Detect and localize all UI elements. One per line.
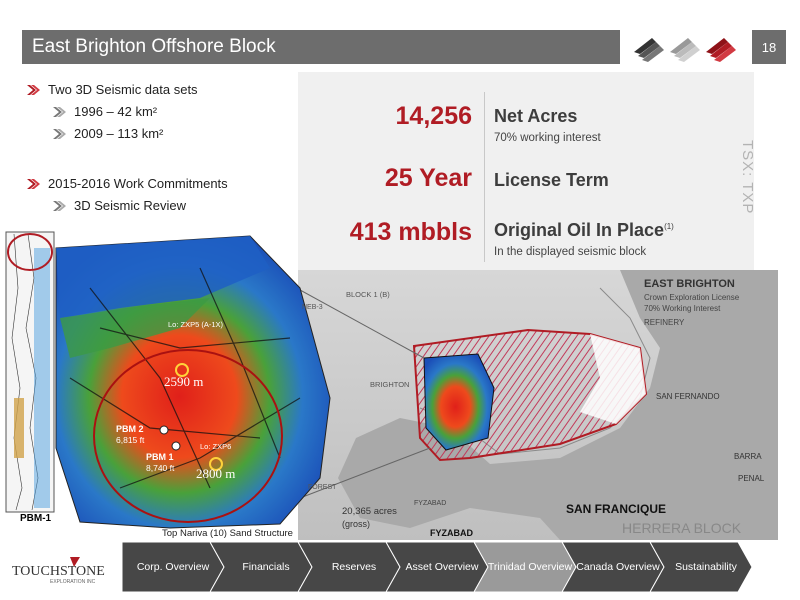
bullet-text: 1996 – 42 km² (74, 104, 158, 119)
nav-item-label: Asset Overview (405, 561, 479, 573)
nav-item-canada-overview[interactable]: Canada Overview (562, 542, 664, 592)
nav-item-label: Corp. Overview (136, 561, 210, 573)
location-label: Lo: ZXP5 (A-1X) (168, 320, 224, 329)
touchstone-logo: TOUCHSTONE EXPLORATION INC (12, 555, 124, 585)
nav-item-label: Reserves (331, 561, 377, 573)
stat-value-license-term: 25 Year (384, 164, 472, 192)
logo-name: TOUCHSTONE (12, 564, 105, 579)
well-marker (171, 441, 181, 451)
stat-sub-net-acres: 70% working interest (494, 132, 601, 144)
grid-label: BRIGHTON (370, 380, 410, 389)
bullet-text: Two 3D Seismic data sets (48, 82, 198, 97)
well-depth-label: 8,740 ft (146, 463, 175, 473)
grid-label: FOREST (308, 484, 337, 491)
bullet-item: 3D Seismic Review (52, 198, 186, 213)
bullet-chevron-icon (27, 178, 40, 189)
depth-label: 2800 m (196, 466, 236, 481)
bullet-chevron-icon (53, 200, 66, 211)
acres-label: 20,365 acres (342, 506, 397, 517)
nav-item-corp-overview[interactable]: Corp. Overview (122, 542, 224, 592)
well-log-label: PBM-1 (20, 513, 52, 524)
ticker-text: TSX: TXP (739, 140, 756, 215)
well-name-label: PBM 1 (146, 452, 174, 462)
bullet-text: 2015-2016 Work Commitments (48, 176, 228, 191)
bullet-chevron-icon (53, 106, 66, 117)
nav-item-label: Sustainability (675, 561, 737, 573)
chevron-decoration-icon (634, 38, 736, 62)
stat-label-license-term: License Term (494, 170, 609, 190)
depth-label: 2590 m (164, 374, 204, 389)
well-name-label: PBM 2 (116, 424, 144, 434)
header-bar: East Brighton Offshore Block (22, 30, 620, 64)
map-caption: Top Nariva (10) Sand Structure (162, 528, 293, 539)
grid-label: FYZABAD (414, 500, 447, 507)
bullet-item: 2009 – 113 km² (52, 126, 163, 141)
page-number: 18 (752, 30, 786, 64)
well-depth-label: 6,815 ft (116, 435, 145, 445)
nav-item-label: Financials (242, 561, 290, 573)
grid-label: BLOCK 1 (B) (346, 290, 390, 299)
grid-label: NEB-3 (302, 304, 323, 311)
bullet-text: 3D Seismic Review (74, 198, 186, 213)
herrera-label: HERRERA BLOCK (622, 520, 742, 536)
bullet-item: 1996 – 42 km² (52, 104, 157, 119)
bullet-chevron-icon (53, 128, 66, 139)
ticker-label: TSX: TXP (739, 90, 784, 214)
fyzabad-label: FYZABAD (430, 528, 473, 538)
page-title: East Brighton Offshore Block (32, 36, 276, 57)
seismic-inset (423, 353, 495, 451)
well-log-band (34, 248, 50, 508)
bullet-item: Two 3D Seismic data sets (26, 82, 198, 97)
town-label: SAN FRANCIQUE (566, 502, 667, 516)
nav-item-reserves[interactable]: Reserves (298, 542, 400, 592)
nav-item-asset-overview[interactable]: Asset Overview (386, 542, 488, 592)
well-marker (159, 425, 169, 435)
grid-label: SAN FERNANDO (656, 392, 720, 401)
bullet-chevron-icon (27, 84, 40, 95)
logo-mark-icon: TOUCHSTONE EXPLORATION INC (12, 557, 105, 585)
location-label: Lo: ZXP6 (200, 442, 232, 451)
bullet-text: 2009 – 113 km² (74, 126, 164, 141)
logo-sub: EXPLORATION INC (50, 579, 96, 585)
grid-label: PENAL (738, 474, 765, 483)
region-line: 70% Working Interest (644, 304, 721, 313)
nav-item-label: Trinidad Overview (487, 561, 573, 573)
nav-item-trinidad-overview[interactable]: Trinidad Overview (474, 542, 576, 592)
stat-label-net-acres: Net Acres (494, 106, 578, 126)
stat-value-net-acres: 14,256 (395, 102, 472, 130)
nav-item-label: Canada Overview (576, 561, 660, 573)
grid-label: BARRA (734, 452, 762, 461)
bullet-item: 2015-2016 Work Commitments (26, 176, 228, 191)
well-log-band (14, 398, 24, 458)
acres-sub-label: (gross) (342, 519, 371, 529)
nav-item-financials[interactable]: Financials (210, 542, 312, 592)
region-line: Crown Exploration License (644, 293, 740, 302)
nav-item-sustainability[interactable]: Sustainability (650, 542, 752, 592)
refinery-label: REFINERY (644, 318, 685, 327)
region-title: EAST BRIGHTON (644, 278, 735, 290)
